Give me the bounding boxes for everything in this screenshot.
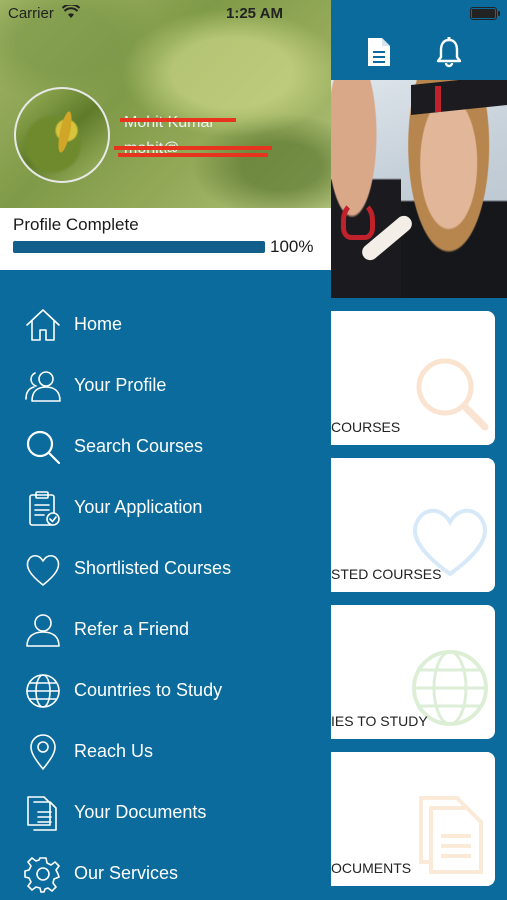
menu-item-your-profile[interactable]: Your Profile [0,355,331,416]
battery-icon [470,7,500,20]
profile-progress-fill [13,241,265,253]
user-icon [26,614,60,647]
card-countries-to-study[interactable]: IES TO STUDY [320,605,495,739]
avatar[interactable] [14,87,110,183]
carrier-label: Carrier [8,5,54,22]
redaction-mark [118,153,268,157]
location-pin-icon [30,734,56,770]
card-courses[interactable]: COURSES [320,311,495,445]
gear-icon [24,857,60,893]
document-icon[interactable] [364,36,394,68]
profile-progress-bar [13,241,265,253]
globe-icon [26,674,60,708]
status-bar: Carrier 1:25 AM [0,0,507,28]
card-shortlisted-courses[interactable]: STED COURSES [320,458,495,592]
documents-icon [419,796,483,874]
card-label: OCUMENTS [331,860,412,876]
heart-icon [26,554,60,586]
menu-item-label: Shortlisted Courses [74,558,232,578]
menu-item-label: Your Documents [74,802,207,822]
profile-complete-label: Profile Complete [13,215,139,234]
wifi-icon [62,5,80,18]
menu-item-our-services[interactable]: Our Services [0,843,331,900]
documents-icon [27,796,57,831]
bell-icon[interactable] [434,36,464,68]
navigation-drawer: Mohit Kumar mohit@ Profile Complete 100%… [0,0,331,900]
hero-graduates-image [331,80,507,298]
user-name: Mohit Kumar [124,114,215,131]
menu-item-your-documents[interactable]: Your Documents [0,782,331,843]
menu-item-reach-us[interactable]: Reach Us [0,721,331,782]
menu-item-refer-a-friend[interactable]: Refer a Friend [0,599,331,660]
clock-time: 1:25 AM [226,5,283,22]
menu-item-label: Your Profile [74,375,167,395]
menu-item-label: Home [74,314,123,334]
menu-item-search-courses[interactable]: Search Courses [0,416,331,477]
search-icon [26,430,61,465]
menu-item-your-application[interactable]: Your Application [0,477,331,538]
menu-item-label: Countries to Study [74,680,223,700]
home-icon [26,309,60,341]
clipboard-check-icon [29,491,60,526]
menu-item-label: Reach Us [74,741,154,761]
card-label: IES TO STUDY [331,713,428,729]
menu-item-shortlisted-courses[interactable]: Shortlisted Courses [0,538,331,599]
menu-item-label: Our Services [74,863,179,883]
redaction-mark [120,118,236,122]
menu-item-countries-to-study[interactable]: Countries to Study [0,660,331,721]
menu-item-label: Your Application [74,497,203,517]
search-icon [416,358,489,431]
drawer-menu: Home Your Profile Search Courses Your Ap… [0,294,331,900]
users-icon [25,371,61,402]
profile-progress-percent: 100% [270,237,314,256]
card-label: COURSES [331,419,401,435]
menu-item-home[interactable]: Home [0,294,331,355]
menu-item-label: Search Courses [74,436,204,456]
redaction-mark [114,146,272,150]
card-documents[interactable]: OCUMENTS [320,752,495,886]
drawer-header: Mohit Kumar mohit@ [0,0,331,208]
card-label: STED COURSES [331,566,442,582]
menu-item-label: Refer a Friend [74,619,190,639]
